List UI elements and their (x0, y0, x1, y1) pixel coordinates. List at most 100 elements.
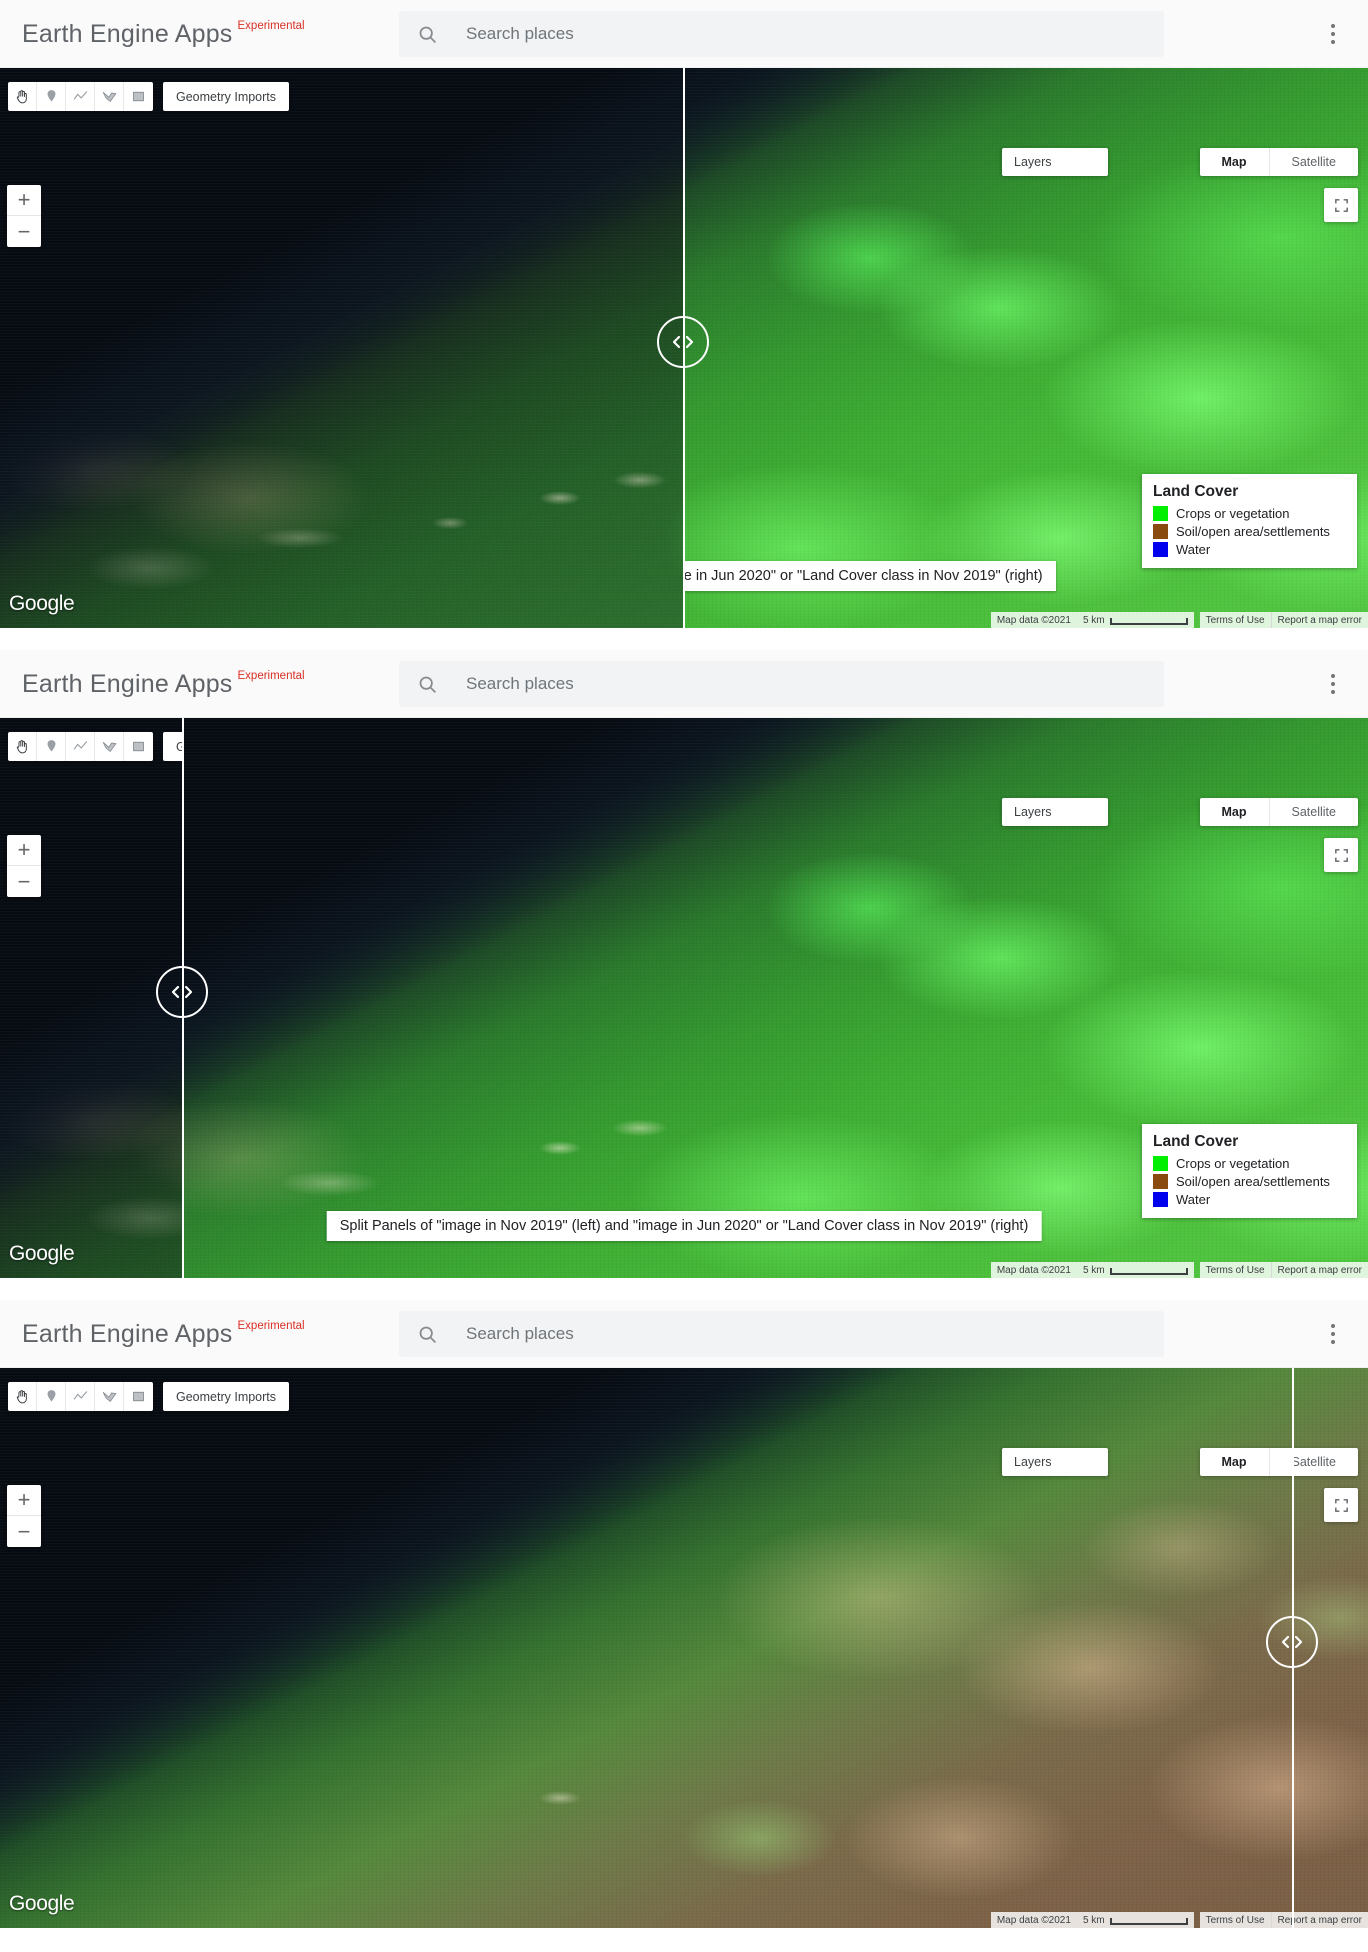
legend-label-soil: Soil/open area/settlements (1176, 1174, 1330, 1189)
split-drag-handle[interactable] (1266, 1616, 1318, 1668)
map-data-attribution: Map data ©2021 (990, 612, 1077, 628)
legend-label-crops: Crops or vegetation (1176, 506, 1290, 521)
legend-item: Soil/open area/settlements (1153, 1174, 1346, 1189)
search-icon (417, 24, 438, 45)
pan-hand-tool[interactable] (8, 1382, 37, 1411)
search-input[interactable]: Search places (399, 11, 1164, 57)
report-map-error-link[interactable]: Report a map error (1270, 612, 1368, 628)
maptype-satellite-button[interactable]: Satellite (1270, 148, 1358, 176)
maptype-toggle[interactable]: Map Satellite (1199, 148, 1358, 176)
panel-separator (0, 1278, 1368, 1300)
fullscreen-icon[interactable] (1324, 1488, 1358, 1522)
search-icon (417, 674, 438, 695)
map-canvas-2[interactable]: Split Panels of "image in Nov 2019" (lef… (0, 718, 1368, 1278)
scale-label: 5 km (1082, 614, 1105, 626)
report-map-error-link[interactable]: Report a map error (1270, 1912, 1368, 1928)
maptype-satellite-button[interactable]: Satellite (1270, 1448, 1358, 1476)
legend-item: Crops or vegetation (1153, 506, 1346, 521)
maptype-toggle[interactable]: Map Satellite (1199, 798, 1358, 826)
experimental-badge: Experimental (237, 1319, 305, 1332)
search-input[interactable]: Search places (399, 1311, 1164, 1357)
rectangle-icon[interactable] (124, 1382, 153, 1411)
search-placeholder: Search places (466, 674, 574, 693)
layers-button[interactable]: Layers (1002, 1448, 1108, 1476)
map-pin-icon[interactable] (37, 1382, 66, 1411)
legend-swatch-water (1153, 1192, 1168, 1207)
kebab-menu-icon[interactable] (1320, 21, 1346, 47)
split-caption: Split Panels of "image in Nov 2019" (lef… (683, 561, 1056, 591)
geometry-toolbar[interactable] (8, 82, 153, 111)
legend-title: Land Cover (1153, 1133, 1239, 1150)
zoom-in-button[interactable]: + (7, 1485, 41, 1516)
terms-of-use-link[interactable]: Terms of Use (1199, 612, 1271, 628)
scale-bar: 5 km (1076, 1262, 1194, 1278)
legend-swatch-soil (1153, 1174, 1168, 1189)
polyline-icon[interactable] (66, 1382, 95, 1411)
app-title: Earth Engine Apps (22, 19, 233, 48)
scale-bar: 5 km (1076, 1912, 1194, 1928)
legend-swatch-crops (1153, 506, 1168, 521)
maptype-map-button[interactable]: Map (1200, 1448, 1270, 1476)
report-map-error-link[interactable]: Report a map error (1270, 1262, 1368, 1278)
legend-item: Soil/open area/settlements (1153, 524, 1346, 539)
zoom-out-button[interactable]: − (7, 1516, 41, 1547)
geometry-toolbar[interactable] (8, 1382, 153, 1411)
land-cover-legend: Land Cover Crops or vegetation Soil/open… (1142, 1124, 1357, 1218)
maptype-toggle[interactable]: Map Satellite (1199, 1448, 1358, 1476)
geometry-imports-clip: Geometry Imports (0, 718, 182, 1278)
legend-label-crops: Crops or vegetation (1176, 1156, 1290, 1171)
terms-of-use-link[interactable]: Terms of Use (1199, 1262, 1271, 1278)
brand: Earth Engine Apps Experimental (22, 1319, 305, 1349)
geometry-imports-button[interactable]: Geometry Imports (163, 82, 290, 111)
polygon-icon[interactable] (95, 82, 124, 111)
geometry-imports-button[interactable]: Geometry Imports (163, 732, 182, 761)
app-header: Earth Engine Apps Experimental Search pl… (0, 650, 1368, 718)
map-data-attribution: Map data ©2021 (990, 1262, 1077, 1278)
zoom-control[interactable]: + − (7, 185, 41, 247)
split-caption: Split Panels of "image in Nov 2019" (lef… (326, 1211, 1042, 1241)
pan-hand-tool[interactable] (8, 82, 37, 111)
fullscreen-icon[interactable] (1324, 188, 1358, 222)
map-attribution-bar: Map data ©2021 5 km Terms of Use Report … (0, 1912, 1368, 1928)
experimental-badge: Experimental (237, 669, 305, 682)
fullscreen-icon[interactable] (1324, 838, 1358, 872)
scale-label: 5 km (1082, 1914, 1105, 1926)
rectangle-icon[interactable] (124, 82, 153, 111)
kebab-menu-icon[interactable] (1320, 1321, 1346, 1347)
app-header: Earth Engine Apps Experimental Search pl… (0, 1300, 1368, 1368)
layers-button[interactable]: Layers (1002, 148, 1108, 176)
zoom-in-button[interactable]: + (7, 185, 41, 216)
scale-line (1109, 1267, 1188, 1275)
app-title: Earth Engine Apps (22, 669, 233, 698)
app-header: Earth Engine Apps Experimental Search pl… (0, 0, 1368, 68)
legend-title: Land Cover (1153, 483, 1239, 500)
brand: Earth Engine Apps Experimental (22, 669, 305, 699)
maptype-map-button[interactable]: Map (1200, 148, 1270, 176)
split-drag-handle[interactable] (657, 316, 709, 368)
map-attribution-bar: Map data ©2021 5 km Terms of Use Report … (0, 1262, 1368, 1278)
zoom-out-button[interactable]: − (7, 216, 41, 247)
search-input[interactable]: Search places (399, 661, 1164, 707)
map-data-attribution: Map data ©2021 (990, 1912, 1077, 1928)
kebab-menu-icon[interactable] (1320, 671, 1346, 697)
app-panel-1: Earth Engine Apps Experimental Search pl… (0, 0, 1368, 628)
legend-item: Water (1153, 1192, 1346, 1207)
polygon-icon[interactable] (95, 1382, 124, 1411)
split-drag-handle[interactable] (156, 966, 208, 1018)
maptype-map-button[interactable]: Map (1200, 798, 1270, 826)
terms-of-use-link[interactable]: Terms of Use (1199, 1912, 1271, 1928)
map-pin-icon[interactable] (37, 82, 66, 111)
map-canvas-1[interactable]: Split Panels of "image in Nov 2019" (lef… (0, 68, 1368, 628)
zoom-control[interactable]: + − (7, 1485, 41, 1547)
layers-button[interactable]: Layers (1002, 798, 1108, 826)
scale-line (1109, 1917, 1188, 1925)
legend-swatch-crops (1153, 1156, 1168, 1171)
app-panel-3: Earth Engine Apps Experimental Search pl… (0, 1300, 1368, 1928)
geometry-imports-button[interactable]: Geometry Imports (163, 1382, 290, 1411)
scale-bar: 5 km (1076, 612, 1194, 628)
polyline-icon[interactable] (66, 82, 95, 111)
map-canvas-3[interactable]: Geometry Imports + − Layers Map Satellit… (0, 1368, 1368, 1928)
maptype-satellite-button[interactable]: Satellite (1270, 798, 1358, 826)
search-placeholder: Search places (466, 1324, 574, 1343)
land-cover-legend: Land Cover Crops or vegetation Soil/open… (1142, 474, 1357, 568)
